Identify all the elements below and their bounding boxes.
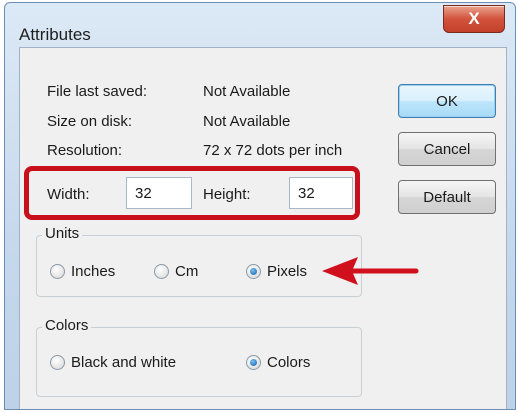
colors-group-label: Colors (42, 317, 92, 334)
units-pixels-label: Pixels (267, 263, 308, 280)
colors-radio-black-and-white[interactable]: Black and white (50, 354, 176, 371)
close-icon: X (468, 9, 480, 28)
close-button[interactable]: X (443, 5, 505, 33)
colors-black-and-white-label: Black and white (71, 354, 177, 371)
size-on-disk-value: Not Available (203, 113, 291, 130)
units-cm-label: Cm (175, 263, 199, 280)
file-last-saved-value: Not Available (203, 83, 291, 100)
dialog-title: Attributes (19, 25, 91, 44)
colors-colors-label: Colors (267, 354, 311, 371)
radio-checked-icon (246, 264, 261, 279)
units-radio-pixels[interactable]: Pixels (246, 263, 307, 280)
resolution-value: 72 x 72 dots per inch (203, 142, 343, 159)
units-radio-cm[interactable]: Cm (154, 263, 198, 280)
units-radio-inches[interactable]: Inches (50, 263, 115, 280)
dimensions-highlight-box (24, 166, 360, 220)
default-button[interactable]: Default (398, 180, 496, 214)
title-bar[interactable]: Attributes X (5, 3, 515, 45)
radio-icon (154, 264, 169, 279)
units-inches-label: Inches (71, 263, 116, 280)
units-group-label: Units (42, 225, 83, 242)
cancel-button[interactable]: Cancel (398, 132, 496, 166)
radio-icon (50, 355, 65, 370)
colors-radio-colors[interactable]: Colors (246, 354, 310, 371)
radio-icon (50, 264, 65, 279)
ok-button[interactable]: OK (398, 84, 496, 118)
resolution-label: Resolution: (47, 142, 123, 159)
annotation-arrow-icon (322, 257, 419, 285)
radio-checked-icon (246, 355, 261, 370)
file-last-saved-label: File last saved: (47, 83, 148, 100)
size-on-disk-label: Size on disk: (47, 113, 133, 130)
